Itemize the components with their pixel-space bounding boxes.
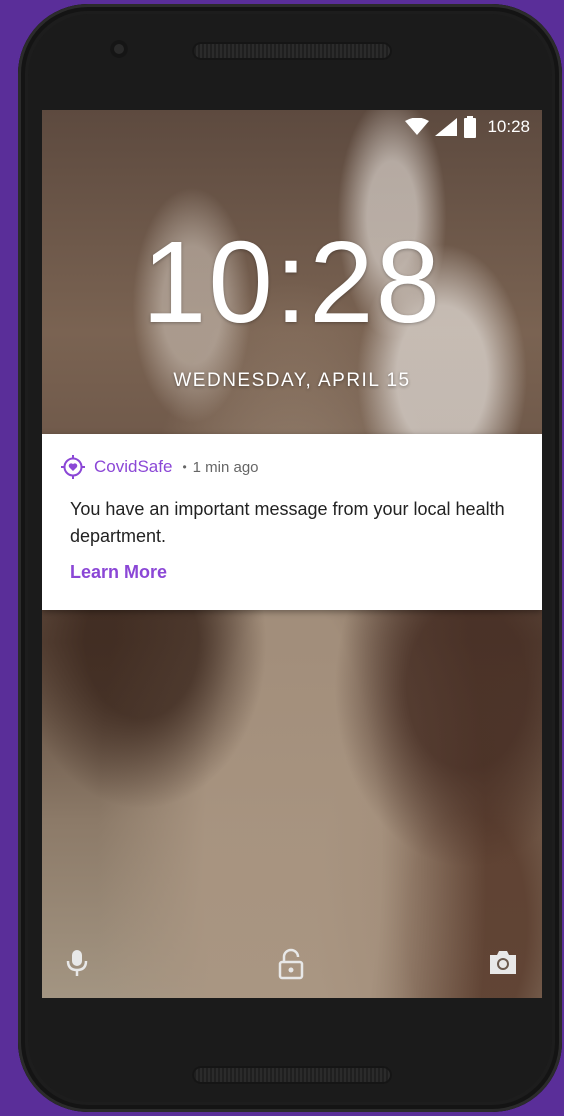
notification-time: 1 min ago	[192, 458, 259, 476]
status-bar: 10:28	[42, 110, 542, 144]
wifi-icon	[405, 118, 430, 135]
lock-screen: 10:28 10:28 WEDNESDAY, APRIL 15 CovidSaf…	[42, 110, 542, 998]
status-time: 10:28	[487, 117, 530, 136]
camera-icon[interactable]	[488, 948, 518, 976]
covidsafe-heart-target-icon	[61, 455, 85, 479]
front-camera	[110, 40, 128, 58]
lock-date: WEDNESDAY, APRIL 15	[173, 370, 411, 391]
notification-card[interactable]: CovidSafe • 1 min ago You have an import…	[42, 434, 542, 610]
notification-separator: •	[182, 460, 187, 474]
notification-message: You have an important message from your …	[70, 499, 505, 546]
notification-header: CovidSafe • 1 min ago	[60, 454, 259, 480]
notification-app-name: CovidSafe	[94, 457, 173, 476]
earpiece-speaker	[192, 42, 392, 60]
bottom-speaker	[192, 1066, 392, 1084]
microphone-icon[interactable]	[66, 948, 88, 978]
lock-clock: 10:28	[141, 217, 443, 347]
battery-icon	[464, 116, 477, 138]
unlock-icon[interactable]	[278, 948, 304, 980]
signal-icon	[435, 118, 458, 136]
learn-more-button[interactable]: Learn More	[70, 562, 167, 583]
